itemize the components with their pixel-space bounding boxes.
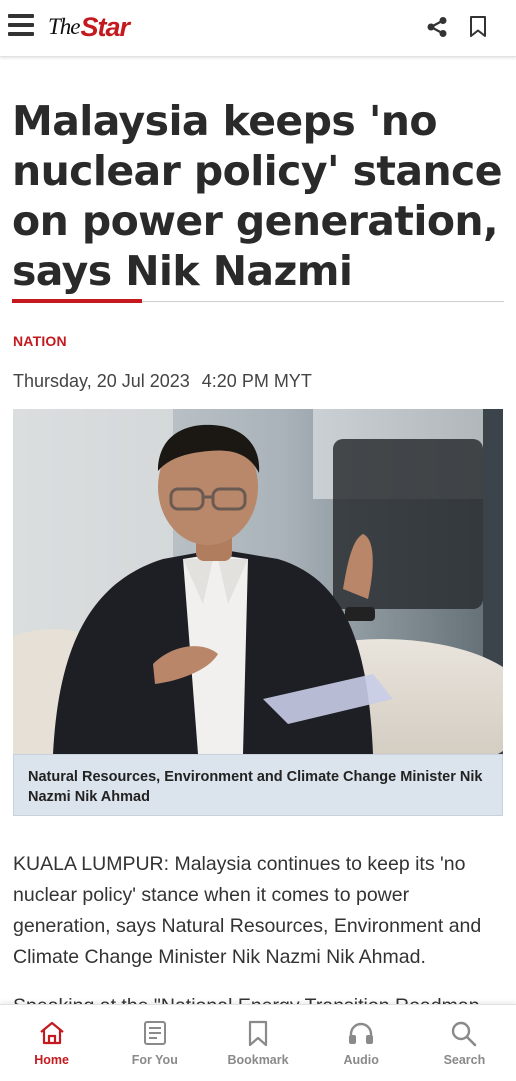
- nav-home-label: Home: [34, 1053, 69, 1067]
- nav-search[interactable]: Search: [413, 1005, 516, 1081]
- nav-audio[interactable]: Audio: [310, 1005, 413, 1081]
- nav-for-you-label: For You: [131, 1053, 178, 1067]
- bookmark-icon: [248, 1020, 268, 1047]
- nav-home[interactable]: Home: [0, 1005, 103, 1081]
- headphones-icon: [349, 1022, 374, 1044]
- bookmark-icon[interactable]: [468, 15, 488, 39]
- hamburger-menu-icon[interactable]: [8, 14, 34, 36]
- article-photo[interactable]: [13, 409, 503, 754]
- logo-star-text: Star: [80, 11, 131, 42]
- publish-date: Thursday, 20 Jul 2023: [13, 371, 190, 391]
- photo-caption: Natural Resources, Environment and Clima…: [13, 754, 503, 816]
- photo-caption-text: Natural Resources, Environment and Clima…: [28, 769, 483, 805]
- nav-search-label: Search: [443, 1053, 486, 1067]
- category-link[interactable]: NATION: [13, 333, 67, 349]
- bottom-navigation: Home For You Bookmark Audio Search: [0, 1004, 516, 1081]
- top-app-bar: The Star: [0, 0, 516, 57]
- home-icon: [39, 1021, 64, 1045]
- article-paragraph: KUALA LUMPUR: Malaysia continues to keep…: [13, 853, 482, 968]
- article-headline: Malaysia keeps 'no nuclear policy' stanc…: [12, 97, 503, 295]
- the-star-logo[interactable]: The Star: [48, 8, 131, 46]
- nav-for-you[interactable]: For You: [103, 1005, 206, 1081]
- nav-bookmark-label: Bookmark: [227, 1053, 289, 1067]
- headline-accent-bar: [12, 299, 142, 303]
- minister-photo-illustration: [13, 409, 503, 754]
- news-feed-icon: [143, 1021, 166, 1045]
- search-icon: [452, 1021, 477, 1047]
- nav-bookmark[interactable]: Bookmark: [206, 1005, 309, 1081]
- publish-time: 4:20 PM MYT: [201, 371, 312, 391]
- logo-the-text: The: [48, 14, 80, 39]
- share-icon[interactable]: [426, 16, 448, 38]
- publish-dateline: Thursday, 20 Jul 2023 4:20 PM MYT: [13, 371, 312, 392]
- nav-audio-label: Audio: [343, 1053, 379, 1067]
